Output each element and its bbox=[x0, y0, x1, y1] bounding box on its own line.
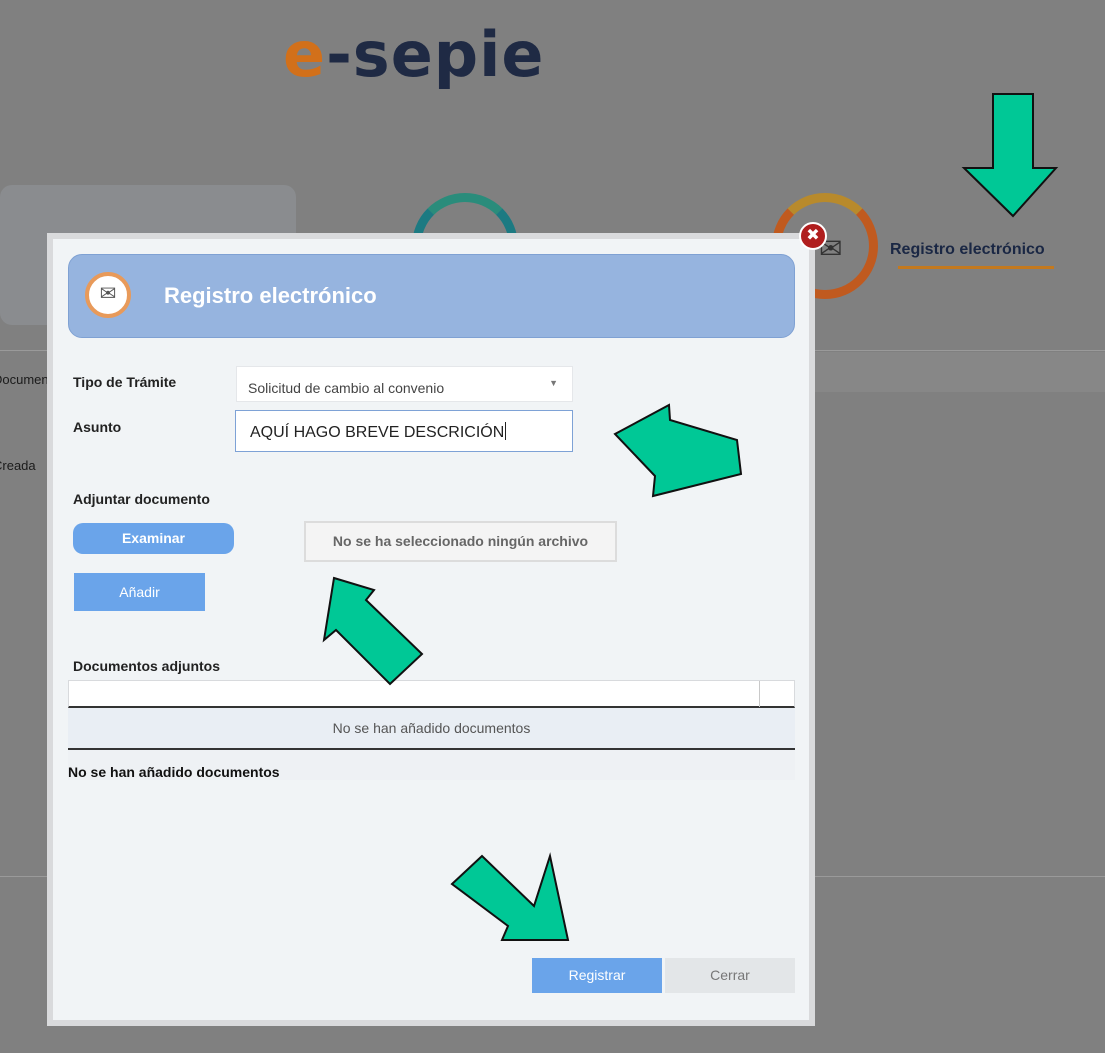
text-cursor bbox=[505, 422, 507, 440]
esepie-logo: e-sepie bbox=[283, 18, 545, 91]
arrow-down-icon bbox=[961, 93, 1059, 218]
arrow-down-right-icon bbox=[450, 852, 570, 941]
adjuntar-label: Adjuntar documento bbox=[73, 491, 210, 507]
registro-modal: ✉ Registro electrónico Tipo de Trámite S… bbox=[47, 233, 815, 1026]
table-empty-message: No se han añadido documentos bbox=[68, 708, 795, 750]
anadir-button[interactable]: Añadir bbox=[74, 573, 205, 611]
background-side-text: Documentos bbox=[0, 372, 48, 387]
arrow-left-icon bbox=[613, 403, 743, 498]
file-status: No se ha seleccionado ningún archivo bbox=[304, 521, 617, 562]
cerrar-button[interactable]: Cerrar bbox=[665, 958, 795, 993]
examinar-button[interactable]: Examinar bbox=[73, 523, 234, 554]
background-side-text: Creada bbox=[0, 458, 36, 473]
arrow-up-left-icon bbox=[322, 576, 424, 686]
asunto-input[interactable]: AQUÍ HAGO BREVE DESCRICIÓN bbox=[235, 410, 573, 452]
asunto-value: AQUÍ HAGO BREVE DESCRICIÓN bbox=[250, 424, 505, 441]
documents-table: No se han añadido documentos No se han a… bbox=[68, 680, 795, 780]
tipo-tramite-select[interactable]: Solicitud de cambio al convenio ▼ bbox=[236, 366, 573, 402]
modal-header: ✉ Registro electrónico bbox=[68, 254, 795, 338]
chevron-down-icon: ▼ bbox=[549, 378, 558, 388]
registro-underline bbox=[898, 266, 1054, 269]
tipo-tramite-label: Tipo de Trámite bbox=[73, 374, 177, 390]
asunto-label: Asunto bbox=[73, 419, 122, 435]
close-icon[interactable]: ✖ bbox=[799, 222, 827, 250]
background-table-header bbox=[810, 352, 1105, 392]
tipo-tramite-value: Solicitud de cambio al convenio bbox=[248, 380, 445, 396]
table-header bbox=[68, 680, 795, 708]
table-footer-message: No se han añadido documentos bbox=[68, 750, 795, 780]
column-separator bbox=[759, 681, 760, 707]
registro-electronico-title[interactable]: Registro electrónico bbox=[890, 241, 1045, 259]
envelope-certificate-icon: ✉ bbox=[85, 272, 131, 318]
modal-title: Registro electrónico bbox=[164, 283, 377, 308]
documentos-adjuntos-label: Documentos adjuntos bbox=[73, 658, 221, 674]
registrar-button[interactable]: Registrar bbox=[532, 958, 662, 993]
